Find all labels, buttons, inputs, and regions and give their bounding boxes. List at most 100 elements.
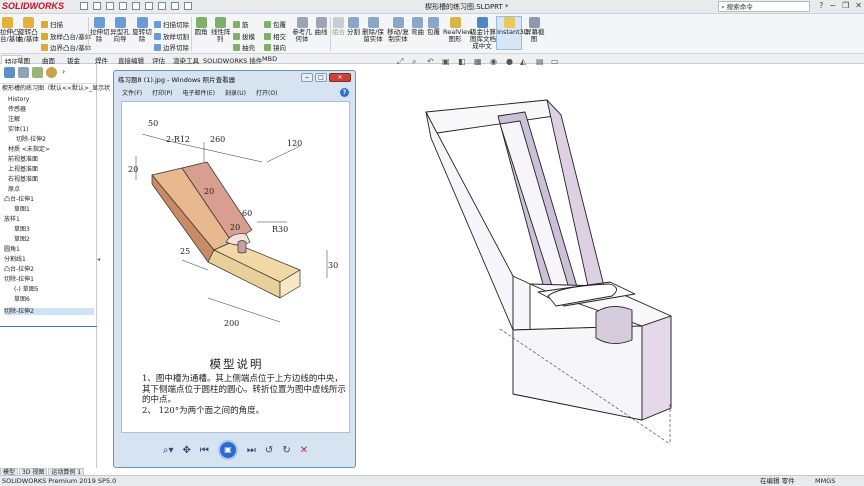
screen-capture-button[interactable]: 屏幕截 图: [525, 17, 545, 43]
split-button[interactable]: 分割: [347, 17, 360, 36]
menu-print[interactable]: 打印(P): [152, 88, 172, 97]
panel-more-icon[interactable]: ›: [62, 67, 65, 76]
curves-button[interactable]: 曲线: [314, 17, 328, 36]
extrude-boss-button[interactable]: 拉伸凸 台/基体: [0, 17, 22, 43]
home-icon[interactable]: [80, 2, 88, 10]
tree-item-material[interactable]: 材质 <未指定>: [8, 146, 50, 153]
mirror-button[interactable]: 镜向: [264, 42, 286, 52]
tree-item-sketch2[interactable]: 草图2: [14, 236, 30, 243]
tree-item-sketch1[interactable]: 草图1: [14, 206, 30, 213]
previous-image-icon[interactable]: ⏮: [200, 445, 209, 456]
revolve-boss-button[interactable]: 旋转凸 台/基体: [17, 17, 39, 43]
tree-root[interactable]: 楔形槽的练习图（默认<<默认>_显示状: [2, 85, 110, 92]
sheetmetal-library-button[interactable]: 钣金计算 图库文档 成中文: [470, 17, 496, 50]
rib-button[interactable]: 筋: [233, 19, 249, 29]
tree-item-boss-extrude2[interactable]: 凸台-拉伸2: [4, 266, 34, 273]
photo-viewer-help-icon[interactable]: ?: [340, 88, 349, 97]
tree-item-front-plane[interactable]: 前视基准面: [8, 156, 38, 163]
draft-button[interactable]: 拔模: [233, 31, 255, 41]
photo-viewer-window[interactable]: 练习题8 (1).jpg - Windows 照片查看器 − □ ✕ 文件(F)…: [113, 70, 356, 468]
graphics-area[interactable]: [360, 64, 864, 475]
tree-item-history[interactable]: History: [8, 96, 29, 103]
tree-item-origin[interactable]: 原点: [8, 186, 20, 193]
tree-item-loft1[interactable]: 放样1: [4, 216, 20, 223]
tree-item-sketch6[interactable]: 草图6: [14, 296, 30, 303]
tree-item-sensors[interactable]: 传感器: [8, 106, 26, 113]
help-icon[interactable]: ?: [819, 1, 823, 10]
tree-item-cut-extrude1[interactable]: 切除-拉伸1: [4, 276, 34, 283]
configuration-tab-icon[interactable]: [32, 67, 43, 78]
revolve-cut-button[interactable]: 旋转切 除: [132, 17, 152, 43]
display-manager-tab-icon[interactable]: [46, 67, 57, 78]
boundary-boss-button[interactable]: 边界凸台/基体: [41, 42, 91, 52]
rebuild-icon[interactable]: [171, 2, 179, 10]
tree-item-split-line1[interactable]: 分割线1: [4, 256, 26, 263]
tree-item-solid-bodies[interactable]: 实体(1): [8, 126, 29, 133]
next-image-icon[interactable]: ⏭: [247, 445, 256, 456]
print-icon[interactable]: [132, 2, 140, 10]
property-manager-tab-icon[interactable]: [18, 67, 29, 78]
tab-mbd[interactable]: MBD: [262, 55, 277, 63]
menu-burn[interactable]: 刻录(U): [225, 88, 246, 97]
reference-geometry-button[interactable]: 参考几 何体: [292, 17, 312, 43]
tree-item-right-plane[interactable]: 右视基准面: [8, 176, 38, 183]
loft-button[interactable]: 放样凸台/基体: [41, 31, 91, 41]
hole-wizard-button[interactable]: 异型孔 向导: [110, 17, 130, 43]
loft-cut-button[interactable]: 放样切割: [154, 31, 189, 41]
solidworks-logo[interactable]: SOLIDWORKS: [2, 1, 64, 11]
tree-item-sketch5[interactable]: (-) 草图5: [14, 286, 39, 293]
zoom-icon[interactable]: ⌕▾: [163, 445, 174, 456]
tree-item-cut-extrude2-body[interactable]: 切除-拉伸2: [16, 136, 46, 143]
minimize-button[interactable]: −: [829, 1, 836, 10]
wrap-tool-button[interactable]: 包覆: [427, 17, 440, 36]
restore-button[interactable]: ❐: [842, 1, 849, 10]
boundary-cut-button[interactable]: 边界切除: [154, 42, 189, 52]
sweep-button[interactable]: 扫描: [41, 19, 63, 29]
delete-keep-body-button[interactable]: 删除/保 留实体: [362, 17, 384, 43]
actual-size-icon[interactable]: ✥: [183, 445, 191, 456]
tab-render-tools[interactable]: 渲染工具: [173, 55, 199, 65]
select-icon[interactable]: [158, 2, 166, 10]
tree-item-top-plane[interactable]: 上视基准面: [8, 166, 38, 173]
photo-viewer-maximize-button[interactable]: □: [315, 73, 327, 82]
combine-button[interactable]: 组合: [332, 17, 345, 36]
flex-button[interactable]: 弯曲: [411, 17, 424, 36]
panel-collapse-arrow[interactable]: ◂: [97, 256, 100, 263]
new-file-icon[interactable]: [93, 2, 101, 10]
wrap-button[interactable]: 包覆: [264, 19, 286, 29]
photo-viewer-minimize-button[interactable]: −: [301, 73, 313, 82]
fillet-button[interactable]: 圆角: [193, 17, 209, 36]
extrude-cut-button[interactable]: 拉伸切 除: [90, 17, 110, 43]
tab-evaluate[interactable]: 评估: [152, 55, 165, 65]
tree-item-cut-extrude2[interactable]: 切除-拉伸2: [4, 308, 94, 315]
sweep-cut-button[interactable]: 扫描切除: [154, 19, 189, 29]
undo-icon[interactable]: [145, 2, 153, 10]
menu-file[interactable]: 文件(F): [122, 88, 142, 97]
instant3d-button[interactable]: Instant3D: [496, 16, 529, 50]
menu-open[interactable]: 打开(O): [256, 88, 277, 97]
move-copy-body-button[interactable]: 移动/复 制实体: [387, 17, 409, 43]
shell-button[interactable]: 抽壳: [233, 42, 255, 52]
linear-pattern-button[interactable]: 线性阵 列: [211, 17, 231, 43]
photo-viewer-close-button[interactable]: ✕: [329, 73, 351, 82]
delete-icon[interactable]: ✕: [300, 445, 308, 456]
tab-solidworks-addins[interactable]: SOLIDWORKS 插件: [203, 55, 262, 65]
options-gear-icon[interactable]: [184, 2, 192, 10]
menu-email[interactable]: 电子邮件(E): [182, 88, 214, 97]
tree-item-annotations[interactable]: 注解: [8, 116, 20, 123]
feature-tree-tab-icon[interactable]: [4, 67, 15, 78]
rotate-left-icon[interactable]: ↺: [265, 445, 273, 456]
save-icon[interactable]: [119, 2, 127, 10]
command-search-input[interactable]: ⌕ 搜索命令: [718, 1, 810, 12]
open-file-icon[interactable]: [106, 2, 114, 10]
tree-item-sketch3[interactable]: 草图3: [14, 226, 30, 233]
close-button[interactable]: ✕: [855, 1, 862, 10]
rollback-bar[interactable]: [0, 326, 97, 327]
tree-item-boss-extrude1[interactable]: 凸台-拉伸1: [4, 196, 34, 203]
tab-direct-editing[interactable]: 直接编辑: [118, 55, 144, 65]
intersect-button[interactable]: 相交: [264, 31, 286, 41]
rotate-right-icon[interactable]: ↻: [282, 445, 290, 456]
realview-button[interactable]: RealView 图形: [443, 17, 472, 43]
status-units[interactable]: MMGS: [815, 476, 835, 486]
slideshow-icon[interactable]: ▣: [217, 440, 238, 460]
